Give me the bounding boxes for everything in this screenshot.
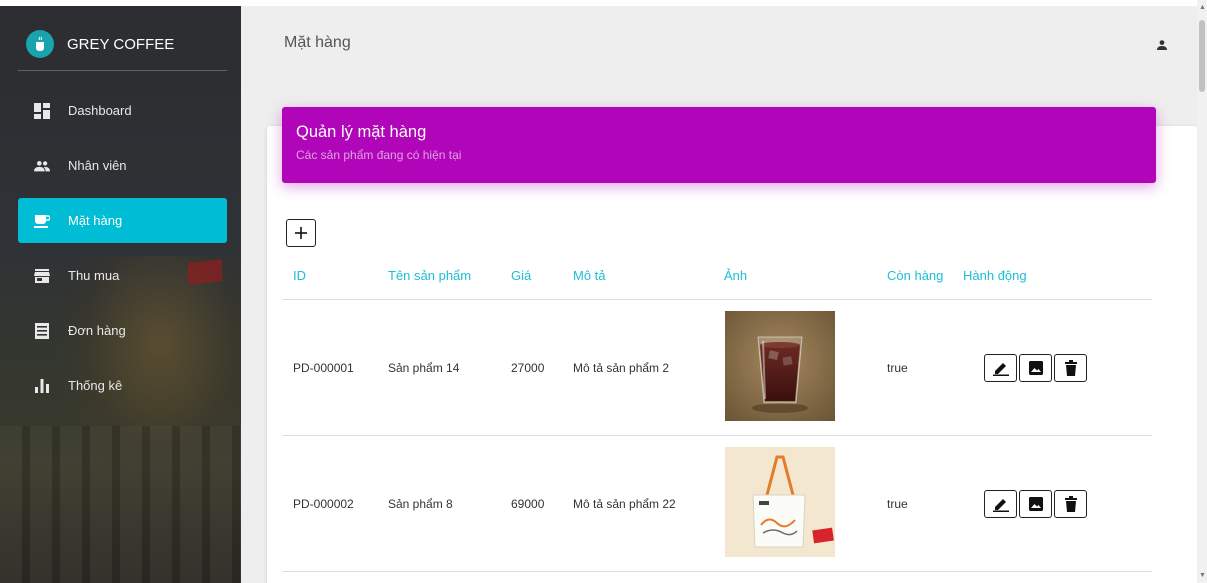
- sidebar-item-orders[interactable]: Đơn hàng: [18, 308, 227, 353]
- card-title: Quản lý mặt hàng: [296, 123, 427, 141]
- delete-button[interactable]: [1054, 489, 1087, 518]
- card-header: Quản lý mặt hàng Các sản phẩm đang có hi…: [282, 107, 1156, 183]
- image-icon: [1028, 496, 1043, 511]
- sidebar-item-label: Nhân viên: [68, 158, 127, 173]
- column-header-price: Giá: [511, 268, 532, 283]
- cell-description: Mô tả sản phẩm 2: [573, 360, 670, 375]
- page-title: Mặt hàng: [284, 34, 351, 51]
- cell-id: PD-000002: [293, 496, 354, 511]
- card-subtitle: Các sản phẩm đang có hiện tại: [296, 148, 462, 162]
- brand-name: GREY COFFEE: [67, 35, 175, 53]
- scroll-thumb[interactable]: [1199, 20, 1205, 92]
- sidebar-nav: Dashboard Nhân viên Mặt hàng Thu mua Đơn…: [18, 88, 227, 418]
- plus-icon: [295, 227, 307, 239]
- sidebar-item-products[interactable]: Mặt hàng: [18, 198, 227, 243]
- image-button[interactable]: [1019, 489, 1052, 518]
- coffee-icon: [34, 213, 50, 229]
- row-actions: [984, 353, 1089, 382]
- column-header-image: Ảnh: [724, 268, 748, 283]
- sidebar: GREY COFFEE Dashboard Nhân viên Mặt hàng: [0, 6, 241, 583]
- brand-divider: [18, 70, 227, 71]
- column-header-name: Tên sản phẩm: [388, 268, 472, 283]
- table-row: PD-000001 Sản phẩm 14 27000 Mô tả sản ph…: [282, 300, 1152, 436]
- column-header-in-stock: Còn hàng: [887, 268, 944, 283]
- list-icon: [34, 322, 50, 339]
- image-button[interactable]: [1019, 353, 1052, 382]
- column-header-id: ID: [293, 268, 306, 283]
- add-product-button[interactable]: [286, 219, 316, 247]
- scroll-up-arrow-icon[interactable]: ▲: [1199, 4, 1206, 12]
- cell-name: Sản phẩm 14: [388, 360, 460, 375]
- main-content: Mặt hàng Quản lý mặt hàng Các sản phẩm đ…: [241, 6, 1197, 583]
- sidebar-item-label: Dashboard: [68, 103, 132, 118]
- table-row: PD-000002 Sản phẩm 8 69000 Mô tả sản phẩ…: [282, 436, 1152, 572]
- cell-price: 27000: [511, 360, 545, 375]
- cell-in-stock: true: [887, 496, 908, 511]
- sidebar-background-building: [0, 426, 241, 583]
- product-image-iced-coffee: [725, 311, 835, 421]
- delete-icon: [1064, 359, 1077, 376]
- coffee-cup-icon: [26, 30, 54, 58]
- delete-button[interactable]: [1054, 353, 1087, 382]
- scroll-down-arrow-icon[interactable]: ▼: [1199, 572, 1206, 580]
- person-icon[interactable]: [1157, 37, 1167, 55]
- bar-chart-icon: [34, 378, 50, 394]
- cell-price: 69000: [511, 496, 545, 511]
- cell-name: Sản phẩm 8: [388, 496, 453, 511]
- product-image-coffee-bag: [725, 447, 835, 557]
- edit-icon: [992, 498, 1009, 512]
- table-header: ID Tên sản phẩm Giá Mô tả Ảnh Còn hàng H…: [282, 262, 1152, 300]
- sidebar-item-label: Đơn hàng: [68, 323, 126, 338]
- edit-icon: [992, 362, 1009, 376]
- sidebar-item-label: Thu mua: [68, 268, 120, 283]
- sidebar-item-label: Thống kê: [68, 378, 123, 393]
- sidebar-item-employees[interactable]: Nhân viên: [18, 143, 227, 188]
- dashboard-icon: [34, 102, 50, 119]
- people-icon: [34, 158, 50, 174]
- sidebar-item-dashboard[interactable]: Dashboard: [18, 88, 227, 133]
- delete-icon: [1064, 495, 1077, 512]
- edit-button[interactable]: [984, 489, 1017, 518]
- cell-in-stock: true: [887, 360, 908, 375]
- cell-id: PD-000001: [293, 360, 354, 375]
- brand[interactable]: GREY COFFEE: [26, 30, 174, 58]
- store-icon: [34, 268, 50, 284]
- sidebar-item-label: Mặt hàng: [68, 213, 123, 228]
- cell-description: Mô tả sản phẩm 22: [573, 496, 676, 511]
- sidebar-item-statistics[interactable]: Thống kê: [18, 363, 227, 408]
- row-actions: [984, 489, 1089, 518]
- column-header-actions: Hành động: [963, 268, 1027, 283]
- image-icon: [1028, 360, 1043, 375]
- column-header-description: Mô tả: [573, 268, 606, 283]
- sidebar-item-purchasing[interactable]: Thu mua: [18, 253, 227, 298]
- edit-button[interactable]: [984, 353, 1017, 382]
- page-scrollbar[interactable]: ▲ ▼: [1197, 0, 1207, 583]
